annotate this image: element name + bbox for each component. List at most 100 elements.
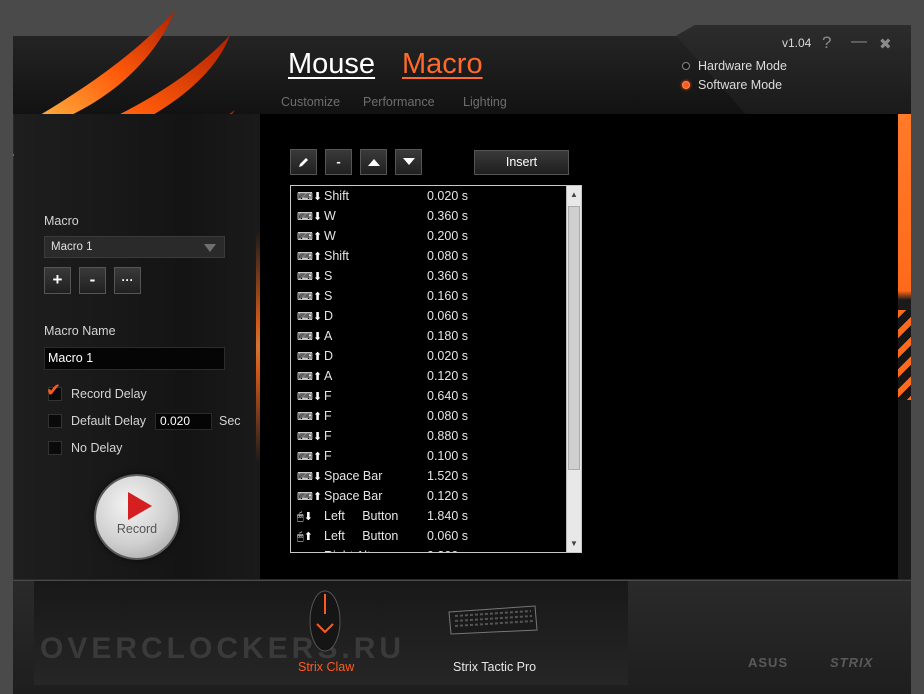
list-item[interactable]: ⌨⬇ S 0.360 s <box>297 267 567 287</box>
keyboard-down-icon: ⌨⬇ <box>297 550 322 552</box>
keyboard-up-icon: ⌨⬆ <box>297 371 323 383</box>
event-key: W <box>324 229 336 243</box>
list-item[interactable]: ⌨⬆ F 0.100 s <box>297 447 567 467</box>
list-scrollbar[interactable]: ▲ ▼ <box>566 186 581 552</box>
hardware-mode-radio[interactable]: Hardware Mode <box>682 59 787 73</box>
software-mode-radio[interactable]: Software Mode <box>682 78 782 92</box>
tab-mouse[interactable]: Mouse <box>288 48 375 81</box>
keyboard-up-icon: ⌨⬆ <box>297 251 323 263</box>
mouse-down-icon: 🖱⬇ <box>297 511 313 523</box>
record-button[interactable]: Record <box>96 476 178 558</box>
mouse-up-icon: 🖱⬆ <box>297 531 313 543</box>
hardware-mode-label: Hardware Mode <box>698 59 787 73</box>
event-delay: 1.520 s <box>427 469 469 483</box>
event-key: Space Bar <box>324 469 383 483</box>
event-key: Shift <box>324 189 350 203</box>
list-item[interactable]: ⌨⬆ F 0.080 s <box>297 407 567 427</box>
more-macro-button[interactable]: ··· <box>114 267 141 294</box>
event-delay: 0.120 s <box>427 369 469 383</box>
strix-logo: STRIX <box>830 655 874 670</box>
event-key: S <box>324 269 333 283</box>
close-icon[interactable]: ✖ <box>879 35 892 53</box>
default-delay-label: Default Delay <box>71 414 147 428</box>
list-item[interactable]: ⌨⬇ D 0.060 s <box>297 307 567 327</box>
triangle-up-icon <box>367 159 380 166</box>
keyboard-up-icon: ⌨⬆ <box>297 491 323 503</box>
macro-event-list[interactable]: ⌨⬇ Shift 0.020 s ⌨⬇ W 0.360 s ⌨⬆ W 0.200 s ⌨⬆ Shif… <box>290 185 582 553</box>
list-item[interactable]: ⌨⬆ Shift 0.080 s <box>297 247 567 267</box>
event-key: Space Bar <box>324 489 383 503</box>
keyboard-down-icon: ⌨⬇ <box>297 471 323 483</box>
minimize-icon[interactable]: — <box>851 33 867 51</box>
list-item[interactable]: ⌨⬇ A 0.180 s <box>297 327 567 347</box>
subtab-customize[interactable]: Customize <box>281 95 340 109</box>
mouse-device-icon[interactable] <box>305 588 345 654</box>
list-item[interactable]: ⌨⬇ Shift 0.020 s <box>297 187 567 207</box>
event-key: W <box>324 209 336 223</box>
keyboard-down-icon: ⌨⬇ <box>297 311 323 323</box>
keyboard-down-icon: ⌨⬇ <box>297 391 323 403</box>
event-delay: 1.840 s <box>427 509 469 523</box>
event-delay: 0.360 s <box>427 269 469 283</box>
delete-event-button[interactable]: - <box>325 149 352 175</box>
record-label: Record <box>116 522 158 536</box>
tab-macro[interactable]: Macro <box>402 48 483 81</box>
list-item[interactable]: ⌨⬇ W 0.360 s <box>297 207 567 227</box>
radio-dot-selected-icon <box>682 81 690 89</box>
event-delay: 0.180 s <box>427 329 469 343</box>
keyboard-down-icon: ⌨⬇ <box>297 431 323 443</box>
no-delay-label: No Delay <box>71 441 123 455</box>
event-key: Shift <box>324 249 350 263</box>
help-icon[interactable]: ? <box>822 33 831 53</box>
event-delay: 0.640 s <box>427 389 469 403</box>
event-delay: 0.080 s <box>427 409 469 423</box>
macro-name-input[interactable]: Macro 1 <box>44 347 225 370</box>
default-delay-input[interactable]: 0.020 <box>155 413 212 430</box>
add-macro-button[interactable]: + <box>44 267 71 294</box>
list-item[interactable]: 🖱⬆ Left Button 0.060 s <box>297 527 567 547</box>
event-key: A <box>324 329 333 343</box>
subtab-lighting[interactable]: Lighting <box>463 95 507 109</box>
list-item[interactable]: ⌨⬇ Space Bar 1.520 s <box>297 467 567 487</box>
list-item[interactable]: ⌨⬇ F 0.880 s <box>297 427 567 447</box>
list-item[interactable]: ⌨⬇ F 0.640 s <box>297 387 567 407</box>
list-item[interactable]: ⌨⬆ S 0.160 s <box>297 287 567 307</box>
list-item[interactable]: 🖱⬇ Left Button 1.840 s <box>297 507 567 527</box>
event-key: F <box>324 409 332 423</box>
device-strix-tactic-pro[interactable]: Strix Tactic Pro <box>453 660 536 674</box>
triangle-down-icon <box>402 158 415 165</box>
radio-dot-icon <box>682 62 690 70</box>
macro-label: Macro <box>44 214 79 228</box>
event-key: Left Button <box>324 529 399 543</box>
event-key: F <box>324 429 332 443</box>
default-delay-checkbox[interactable] <box>48 414 62 428</box>
list-item[interactable]: ⌨⬆ D 0.020 s <box>297 347 567 367</box>
remove-macro-button[interactable]: - <box>79 267 106 294</box>
event-delay: 0.880 s <box>427 429 469 443</box>
no-delay-checkbox[interactable] <box>48 441 62 455</box>
move-down-button[interactable] <box>395 149 422 175</box>
macro-select[interactable]: Macro 1 <box>44 236 225 258</box>
event-key: S <box>324 289 333 303</box>
side-accent-marks <box>898 310 911 400</box>
keyboard-device-icon[interactable] <box>447 604 539 636</box>
scroll-thumb[interactable] <box>568 206 580 470</box>
insert-button[interactable]: Insert <box>474 150 569 175</box>
scroll-up-icon[interactable]: ▲ <box>570 190 578 199</box>
edit-event-button[interactable] <box>290 149 317 175</box>
list-item[interactable]: ⌨⬆ A 0.120 s <box>297 367 567 387</box>
list-item[interactable]: ⌨⬇Right Alt 0.300 s <box>297 547 567 552</box>
subtab-performance[interactable]: Performance <box>363 95 435 109</box>
keyboard-down-icon: ⌨⬇ <box>297 191 323 203</box>
macro-select-value: Macro 1 <box>51 241 93 253</box>
event-delay: 0.100 s <box>427 449 469 463</box>
list-item[interactable]: ⌨⬆ Space Bar 0.120 s <box>297 487 567 507</box>
event-delay: 0.080 s <box>427 249 469 263</box>
device-strix-claw[interactable]: Strix Claw <box>298 660 354 674</box>
keyboard-up-icon: ⌨⬆ <box>297 231 323 243</box>
scroll-down-icon[interactable]: ▼ <box>570 539 578 548</box>
version-label: v1.04 <box>782 36 812 50</box>
event-delay: 0.060 s <box>427 309 469 323</box>
list-item[interactable]: ⌨⬆ W 0.200 s <box>297 227 567 247</box>
move-up-button[interactable] <box>360 149 387 175</box>
